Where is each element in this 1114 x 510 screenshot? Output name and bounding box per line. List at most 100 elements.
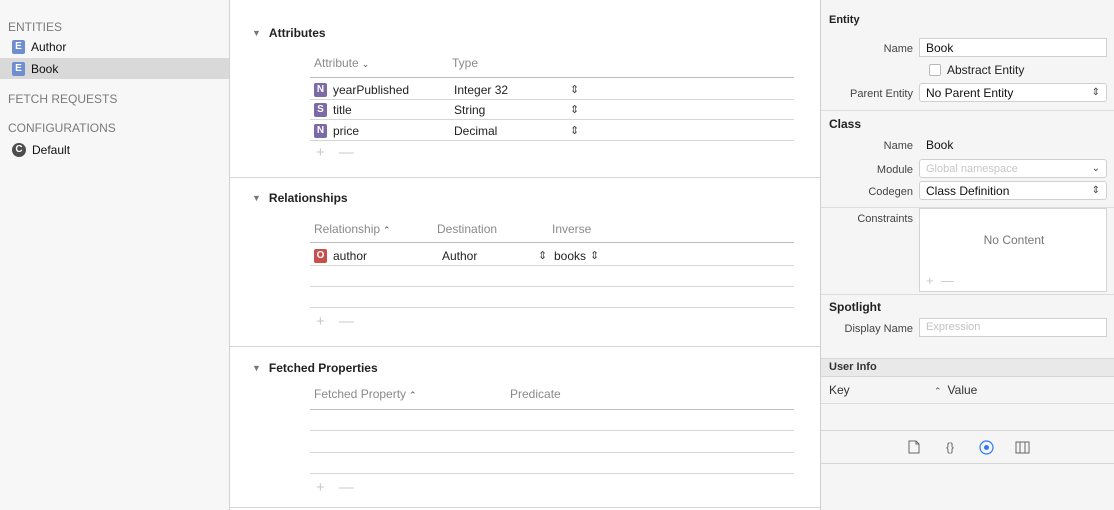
add-relationship-button[interactable]: + (316, 313, 325, 330)
table-row[interactable]: Nprice Decimal ⇕ (314, 123, 794, 138)
data-model-inspector: Entity Name Book Abstract Entity Parent … (820, 0, 1114, 510)
relationship-column-header[interactable]: Relationship ⌃ (314, 222, 391, 236)
user-info-heading: User Info (829, 361, 877, 373)
section-divider (230, 507, 820, 508)
sort-descending-icon: ⌄ (361, 59, 370, 69)
relationship-destination[interactable]: Author (442, 249, 477, 263)
sidebar-item-author[interactable]: E Author (0, 36, 229, 57)
file-inspector-tab-icon[interactable] (906, 439, 922, 455)
relationships-section-header[interactable]: ▼ Relationships (252, 191, 348, 205)
data-model-inspector-tab-icon[interactable] (978, 439, 994, 455)
constraints-add-remove: + — (926, 273, 954, 288)
display-name-label: Display Name (844, 323, 913, 335)
display-name-field[interactable]: Expression (919, 318, 1107, 337)
disclosure-triangle-icon[interactable]: ▼ (252, 28, 261, 38)
type-column-header[interactable]: Type (452, 56, 478, 70)
remove-constraint-button[interactable]: — (941, 273, 954, 288)
constraints-label: Constraints (857, 213, 913, 225)
fetched-property-column-header[interactable]: Fetched Property ⌃ (314, 387, 417, 401)
relationship-inverse[interactable]: books (554, 249, 586, 263)
fetched-properties-section-header[interactable]: ▼ Fetched Properties (252, 361, 378, 375)
attribute-name[interactable]: price (333, 124, 359, 138)
popup-arrows-icon: ⇕ (1091, 185, 1100, 196)
attribute-type[interactable]: String (454, 103, 485, 117)
type-popup-arrows-icon[interactable]: ⇕ (570, 83, 579, 96)
attribute-column-header[interactable]: Attribute ⌄ (314, 56, 369, 70)
constraints-list[interactable]: No Content + — (919, 208, 1107, 292)
destination-column-header[interactable]: Destination (437, 222, 497, 236)
table-row[interactable]: Oauthor Author ⇕ books ⇕ (314, 248, 794, 263)
attribute-name[interactable]: yearPublished (333, 83, 409, 97)
disclosure-triangle-icon[interactable]: ▼ (252, 363, 261, 373)
parent-entity-label: Parent Entity (850, 88, 913, 100)
remove-fetched-property-button[interactable]: — (339, 479, 354, 496)
inspector-tab-bar: {} (821, 430, 1114, 464)
sort-ascending-icon: ⌃ (934, 386, 942, 396)
inspector-divider (821, 294, 1114, 295)
remove-attribute-button[interactable]: — (339, 144, 354, 161)
module-label: Module (876, 164, 913, 176)
value-column-header[interactable]: ⌃ Value (931, 383, 977, 397)
abstract-entity-label: Abstract Entity (947, 63, 1025, 77)
predicate-column-header[interactable]: Predicate (510, 387, 561, 401)
user-info-divider (821, 403, 1114, 404)
row-divider (310, 473, 794, 474)
codegen-value: Class Definition (926, 183, 1010, 198)
parent-entity-popup[interactable]: No Parent Entity ⇕ (919, 83, 1107, 102)
class-name-field[interactable]: Book (919, 135, 1107, 154)
remove-relationship-button[interactable]: — (339, 313, 354, 330)
relationship-name[interactable]: author (333, 249, 367, 263)
entities-section-title: ENTITIES (8, 20, 63, 34)
module-popup[interactable]: Global namespace ⌄ (919, 159, 1107, 178)
spotlight-heading: Spotlight (829, 300, 881, 314)
entity-heading: Entity (829, 14, 860, 26)
inspector-divider (821, 110, 1114, 111)
entity-icon: E (12, 61, 25, 76)
section-divider (230, 177, 820, 178)
header-divider (310, 77, 794, 78)
entity-sidebar: ENTITIES E Author E Book FETCH REQUESTS … (0, 0, 230, 510)
sidebar-item-label: Default (32, 142, 71, 157)
size-inspector-tab-icon[interactable] (1014, 439, 1030, 455)
table-row[interactable]: NyearPublished Integer 32 ⇕ (314, 82, 794, 97)
sidebar-item-label: Book (31, 61, 59, 76)
inverse-column-header[interactable]: Inverse (552, 222, 591, 236)
user-info-header: User Info (821, 358, 1114, 377)
row-divider (310, 119, 794, 120)
class-name-label: Name (883, 140, 913, 152)
sidebar-item-label: Author (31, 39, 67, 54)
popup-arrows-icon: ⇕ (1091, 87, 1100, 98)
table-row[interactable]: Stitle String ⇕ (314, 102, 794, 117)
disclosure-triangle-icon[interactable]: ▼ (252, 193, 261, 203)
string-type-icon: S (314, 102, 327, 117)
number-type-icon: N (314, 123, 327, 138)
fetched-properties-title: Fetched Properties (268, 361, 378, 375)
relationships-title: Relationships (268, 191, 348, 205)
row-divider (310, 430, 794, 431)
inverse-popup-arrows-icon[interactable]: ⇕ (590, 249, 599, 262)
codegen-popup[interactable]: Class Definition ⇕ (919, 181, 1107, 200)
fetch-requests-section-title[interactable]: FETCH REQUESTS (8, 92, 117, 106)
codegen-label: Codegen (868, 186, 913, 198)
attribute-name[interactable]: title (333, 103, 352, 117)
type-popup-arrows-icon[interactable]: ⇕ (570, 103, 579, 116)
key-column-header[interactable]: Key (829, 383, 850, 397)
row-divider (310, 286, 794, 287)
sidebar-item-default-configuration[interactable]: C Default (0, 139, 229, 160)
add-fetched-property-button[interactable]: + (316, 479, 325, 496)
abstract-entity-checkbox[interactable] (929, 64, 941, 76)
attribute-type[interactable]: Integer 32 (454, 83, 508, 97)
add-constraint-button[interactable]: + (926, 273, 934, 288)
add-attribute-button[interactable]: + (316, 144, 325, 161)
sidebar-item-book[interactable]: E Book (0, 58, 229, 79)
destination-popup-arrows-icon[interactable]: ⇕ (538, 249, 547, 262)
attributes-section-header[interactable]: ▼ Attributes (252, 26, 326, 40)
entity-name-field[interactable]: Book (919, 38, 1107, 57)
attribute-type[interactable]: Decimal (454, 124, 497, 138)
relationship-add-remove: + — (316, 313, 368, 330)
type-popup-arrows-icon[interactable]: ⇕ (570, 124, 579, 137)
fetched-property-add-remove: + — (316, 479, 368, 496)
quick-help-tab-icon[interactable]: {} (942, 439, 958, 455)
module-placeholder: Global namespace (926, 162, 1018, 175)
header-divider (310, 242, 794, 243)
